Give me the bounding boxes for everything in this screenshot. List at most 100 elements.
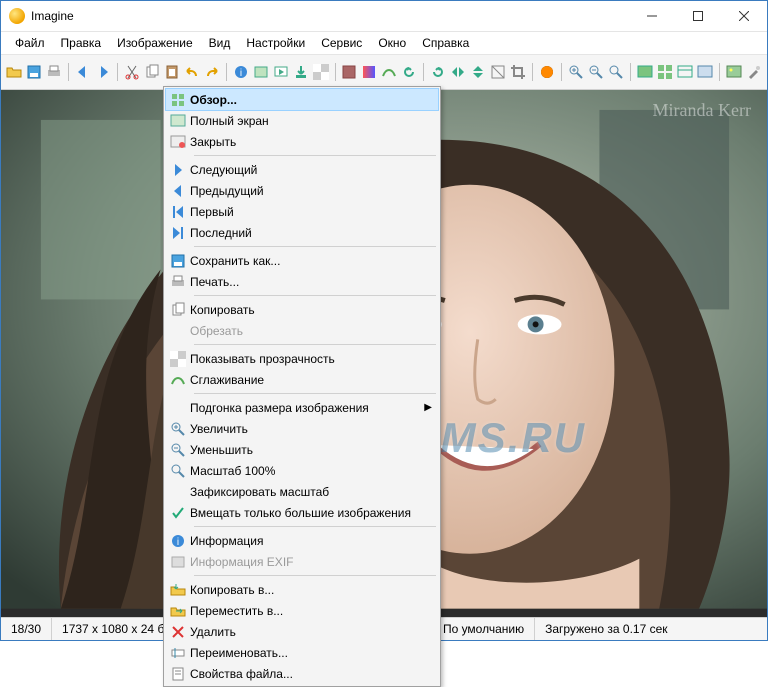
ctx-props[interactable]: Свойства файла... <box>166 663 438 684</box>
tb-exif-icon[interactable] <box>252 61 270 83</box>
fullscreen-icon <box>166 113 190 129</box>
ctx-print[interactable]: Печать... <box>166 271 438 292</box>
ctx-smoothing[interactable]: Сглаживание <box>166 369 438 390</box>
rename-icon <box>166 645 190 661</box>
ctx-delete[interactable]: Удалить <box>166 621 438 642</box>
ctx-prev-label: Предыдущий <box>190 184 438 198</box>
tb-smoothing-icon[interactable] <box>380 61 398 83</box>
ctx-zoom100-label: Масштаб 100% <box>190 464 438 478</box>
tb-rotate-right-icon[interactable] <box>429 61 447 83</box>
tb-zoomin-icon[interactable] <box>567 61 585 83</box>
tb-resize-icon[interactable] <box>489 61 507 83</box>
status-index: 18/30 <box>1 618 52 640</box>
tb-adjust-icon[interactable] <box>340 61 358 83</box>
ctx-first-label: Первый <box>190 205 438 219</box>
ctx-next[interactable]: Следующий <box>166 159 438 180</box>
ctx-delete-label: Удалить <box>190 625 438 639</box>
ctx-close[interactable]: Закрыть <box>166 131 438 152</box>
ctx-fit-label: Подгонка размера изображения <box>190 401 438 415</box>
ctx-zoomin[interactable]: Увеличить <box>166 418 438 439</box>
tb-copy-icon[interactable] <box>143 61 161 83</box>
tb-undo-icon[interactable] <box>183 61 201 83</box>
tb-info-icon[interactable]: i <box>232 61 250 83</box>
ctx-zoomout-label: Уменьшить <box>190 443 438 457</box>
tb-slideshow-icon[interactable] <box>272 61 290 83</box>
info-icon: i <box>166 533 190 549</box>
menu-window[interactable]: Окно <box>370 34 414 52</box>
tb-wallpaper-icon[interactable] <box>725 61 743 83</box>
tb-tools-icon[interactable] <box>745 61 763 83</box>
maximize-button[interactable] <box>675 1 721 31</box>
tb-crop-icon[interactable] <box>509 61 527 83</box>
menubar: Файл Правка Изображение Вид Настройки Се… <box>1 32 767 55</box>
ctx-saveas-label: Сохранить как... <box>190 254 438 268</box>
menu-help[interactable]: Справка <box>414 34 477 52</box>
ctx-zoomout[interactable]: Уменьшить <box>166 439 438 460</box>
tb-thumbs-icon[interactable] <box>656 61 674 83</box>
tb-flip-h-icon[interactable] <box>449 61 467 83</box>
ctx-fit[interactable]: Подгонка размера изображения ▶ <box>166 397 438 418</box>
close-button[interactable] <box>721 1 767 31</box>
menu-settings[interactable]: Настройки <box>238 34 313 52</box>
ctx-copy[interactable]: Копировать <box>166 299 438 320</box>
tb-browser-icon[interactable] <box>696 61 714 83</box>
svg-text:i: i <box>239 68 241 79</box>
ctx-rename[interactable]: Переименовать... <box>166 642 438 663</box>
ctx-first[interactable]: Первый <box>166 201 438 222</box>
ctx-zoom100[interactable]: Масштаб 100% <box>166 460 438 481</box>
zoomin-icon <box>166 421 190 437</box>
prev-icon <box>166 183 190 199</box>
tb-rotate-left-icon[interactable] <box>400 61 418 83</box>
zoomout-icon <box>166 442 190 458</box>
tb-zoomout-icon[interactable] <box>587 61 605 83</box>
context-menu: Обзор... Полный экран Закрыть Следующий … <box>163 86 441 687</box>
menu-tools[interactable]: Сервис <box>313 34 370 52</box>
ctx-crop-label: Обрезать <box>190 324 438 338</box>
tb-export-icon[interactable] <box>292 61 310 83</box>
transparency-icon <box>166 351 190 367</box>
ctx-next-label: Следующий <box>190 163 438 177</box>
tb-color-icon[interactable] <box>538 61 556 83</box>
menu-edit[interactable]: Правка <box>53 34 110 52</box>
tb-paste-icon[interactable] <box>163 61 181 83</box>
copy-icon <box>166 302 190 318</box>
tb-effects-icon[interactable] <box>360 61 378 83</box>
ctx-saveas[interactable]: Сохранить как... <box>166 250 438 271</box>
ctx-copyto[interactable]: Копировать в... <box>166 579 438 600</box>
ctx-fullscreen[interactable]: Полный экран <box>166 110 438 131</box>
properties-icon <box>166 666 190 682</box>
tb-list-icon[interactable] <box>676 61 694 83</box>
minimize-button[interactable] <box>629 1 675 31</box>
tb-cut-icon[interactable] <box>123 61 141 83</box>
menu-image[interactable]: Изображение <box>109 34 201 52</box>
window-title: Imagine <box>31 9 629 23</box>
ctx-rename-label: Переименовать... <box>190 646 438 660</box>
ctx-exif-label: Информация EXIF <box>190 555 438 569</box>
tb-open-icon[interactable] <box>5 61 23 83</box>
ctx-copy-label: Копировать <box>190 303 438 317</box>
tb-redo-icon[interactable] <box>203 61 221 83</box>
tb-transparency-icon[interactable] <box>312 61 330 83</box>
ctx-overview[interactable]: Обзор... <box>166 89 438 110</box>
ctx-lockzoom[interactable]: Зафиксировать масштаб <box>166 481 438 502</box>
ctx-fullscreen-label: Полный экран <box>190 114 438 128</box>
tb-save-icon[interactable] <box>25 61 43 83</box>
titlebar: Imagine <box>1 1 767 32</box>
ctx-info[interactable]: i Информация <box>166 530 438 551</box>
tb-next-icon[interactable] <box>94 61 112 83</box>
menu-file[interactable]: Файл <box>7 34 53 52</box>
copyto-icon <box>166 582 190 598</box>
ctx-prev[interactable]: Предыдущий <box>166 180 438 201</box>
tb-zoom100-icon[interactable] <box>607 61 625 83</box>
ctx-moveto[interactable]: Переместить в... <box>166 600 438 621</box>
overview-icon <box>166 92 190 108</box>
tb-flip-v-icon[interactable] <box>469 61 487 83</box>
ctx-last[interactable]: Последний <box>166 222 438 243</box>
ctx-fitlarge[interactable]: Вмещать только большие изображения <box>166 502 438 523</box>
ctx-print-label: Печать... <box>190 275 438 289</box>
tb-print-icon[interactable] <box>45 61 63 83</box>
ctx-transparency[interactable]: Показывать прозрачность <box>166 348 438 369</box>
menu-view[interactable]: Вид <box>201 34 239 52</box>
tb-fullscreen-icon[interactable] <box>636 61 654 83</box>
tb-prev-icon[interactable] <box>74 61 92 83</box>
